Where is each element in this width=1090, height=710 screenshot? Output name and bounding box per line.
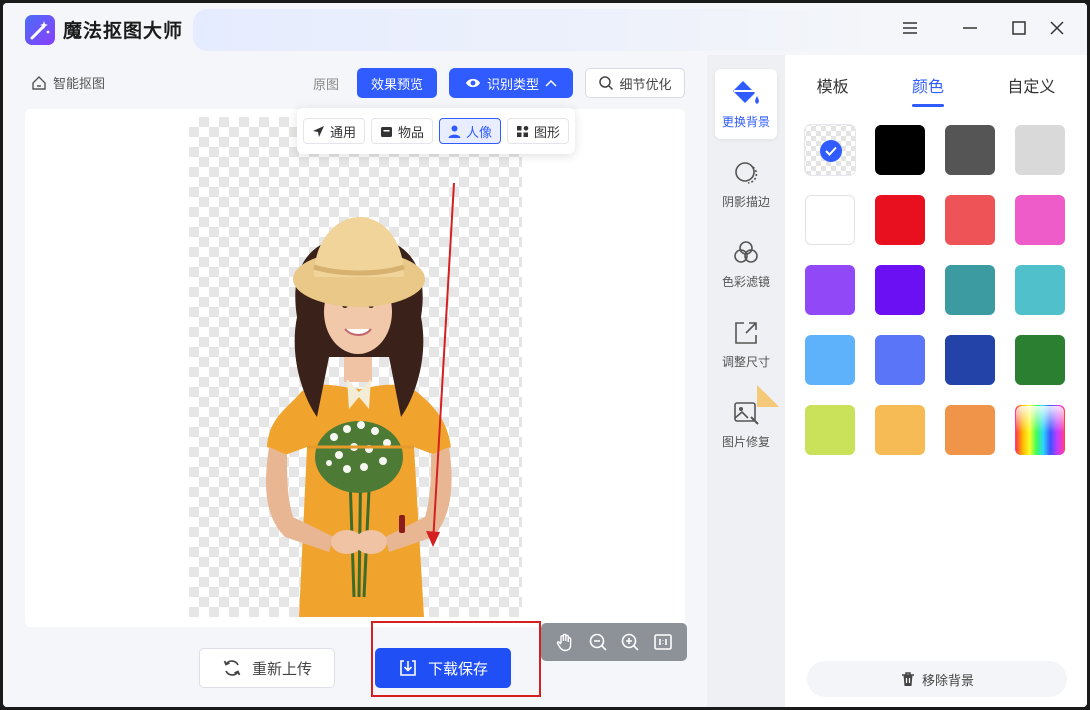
canvas-card [25, 109, 687, 661]
color-swatch-transparent[interactable] [805, 125, 855, 175]
type-option-portrait[interactable]: 人像 [439, 118, 502, 144]
app-window: 魔法抠图大师 智能抠图 原图 效果预览 识别类型 细节优化 通用 物品 人像 图… [3, 3, 1087, 707]
original-button[interactable]: 原图 [306, 68, 346, 98]
breadcrumb[interactable]: 智能抠图 [31, 73, 105, 92]
color-swatch[interactable] [1015, 195, 1065, 245]
actual-size-icon[interactable] [651, 630, 675, 654]
tab-custom[interactable]: 自定义 [1007, 69, 1055, 109]
color-swatch[interactable] [875, 195, 925, 245]
recognize-type-label: 识别类型 [486, 76, 539, 92]
resize-icon [735, 321, 757, 344]
type-option-label: 通用 [330, 124, 357, 140]
type-option-graphic[interactable]: 图形 [507, 118, 570, 144]
person-icon [448, 125, 461, 138]
box-icon [381, 126, 393, 137]
rail-item-label: 阴影描边 [721, 194, 770, 209]
rail-item-image-repair[interactable]: 图片修复 [715, 389, 777, 459]
color-swatch-custom-picker[interactable] [1015, 405, 1065, 455]
minimize-icon[interactable] [959, 17, 981, 39]
detail-optimize-label: 细节优化 [619, 76, 672, 92]
reupload-label: 重新上传 [251, 660, 312, 678]
eye-icon [465, 78, 480, 88]
reupload-button[interactable]: 重新上传 [199, 648, 335, 688]
rail-item-resize[interactable]: 调整尺寸 [715, 309, 777, 379]
trash-icon [901, 672, 914, 686]
home-icon [32, 75, 46, 90]
rail-item-label: 更换背景 [721, 114, 770, 129]
tool-rail: 更换背景 阴影描边 色彩滤镜 调整尺寸 图片修复 [707, 55, 785, 707]
zoom-in-icon[interactable] [618, 630, 642, 654]
app-logo-icon [25, 15, 55, 45]
type-option-label: 图形 [534, 124, 561, 140]
color-swatch[interactable] [805, 265, 855, 315]
annotation-arrow [426, 182, 455, 547]
close-icon[interactable] [1046, 17, 1068, 39]
cutout-image[interactable] [189, 117, 522, 617]
rail-item-color-filter[interactable]: 色彩滤镜 [715, 229, 777, 299]
color-swatch[interactable] [945, 405, 995, 455]
title-bar: 魔法抠图大师 [3, 3, 1087, 55]
remove-background-button[interactable]: 移除背景 [807, 661, 1067, 697]
title-bar-highlight [193, 9, 883, 51]
magnifier-icon [599, 76, 614, 91]
hand-icon[interactable] [553, 630, 577, 654]
rail-item-label: 图片修复 [721, 434, 770, 449]
app-title: 魔法抠图大师 [63, 21, 184, 42]
download-save-button[interactable]: 下载保存 [375, 648, 511, 688]
type-option-label: 物品 [398, 124, 425, 140]
maximize-icon[interactable] [1008, 17, 1030, 39]
type-option-label: 人像 [466, 124, 493, 140]
color-swatch[interactable] [945, 335, 995, 385]
download-save-label: 下载保存 [427, 660, 488, 678]
type-option-object[interactable]: 物品 [371, 118, 434, 144]
rail-item-shadow-stroke[interactable]: 阴影描边 [715, 149, 777, 219]
send-arrow-icon [313, 125, 324, 137]
remove-background-label: 移除背景 [921, 672, 974, 688]
refresh-icon [223, 660, 241, 676]
color-swatch-grid [805, 125, 1069, 455]
color-filter-icon [734, 240, 758, 263]
tab-template[interactable]: 模板 [817, 69, 849, 109]
color-swatch[interactable] [805, 335, 855, 385]
paint-bucket-icon [733, 80, 759, 104]
background-panel: 模板 颜色 自定义 移除背景 [785, 55, 1087, 707]
recognize-type-popup: 通用 物品 人像 图形 [297, 108, 575, 154]
color-swatch[interactable] [875, 265, 925, 315]
color-swatch[interactable] [805, 405, 855, 455]
main-area: 智能抠图 原图 效果预览 识别类型 细节优化 通用 物品 人像 图形 重新上传 … [3, 55, 707, 707]
breadcrumb-label: 智能抠图 [53, 76, 106, 91]
color-swatch[interactable] [875, 335, 925, 385]
color-swatch[interactable] [875, 125, 925, 175]
image-repair-icon [734, 401, 759, 425]
chevron-up-icon [545, 79, 557, 87]
color-swatch[interactable] [945, 195, 995, 245]
color-swatch[interactable] [1015, 265, 1065, 315]
color-swatch[interactable] [945, 125, 995, 175]
rail-item-label: 色彩滤镜 [721, 274, 770, 289]
shapes-icon [517, 125, 529, 137]
type-option-general[interactable]: 通用 [303, 118, 366, 144]
color-swatch[interactable] [1015, 125, 1065, 175]
color-swatch[interactable] [805, 195, 855, 245]
preview-button[interactable]: 效果预览 [357, 68, 437, 98]
check-icon [820, 140, 842, 162]
download-icon [400, 660, 416, 676]
panel-tabs: 模板 颜色 自定义 [785, 69, 1087, 109]
color-swatch[interactable] [945, 265, 995, 315]
shadow-stroke-icon [735, 161, 758, 184]
detail-optimize-button[interactable]: 细节优化 [585, 68, 685, 98]
rail-item-label: 调整尺寸 [721, 354, 770, 369]
tab-color[interactable]: 颜色 [911, 69, 945, 109]
menu-icon[interactable] [899, 17, 921, 39]
rail-item-change-background[interactable]: 更换背景 [715, 69, 777, 139]
zoom-out-icon[interactable] [586, 630, 610, 654]
zoom-toolbar [541, 623, 687, 661]
recognize-type-button[interactable]: 识别类型 [449, 68, 573, 98]
color-swatch[interactable] [1015, 335, 1065, 385]
color-swatch[interactable] [875, 405, 925, 455]
